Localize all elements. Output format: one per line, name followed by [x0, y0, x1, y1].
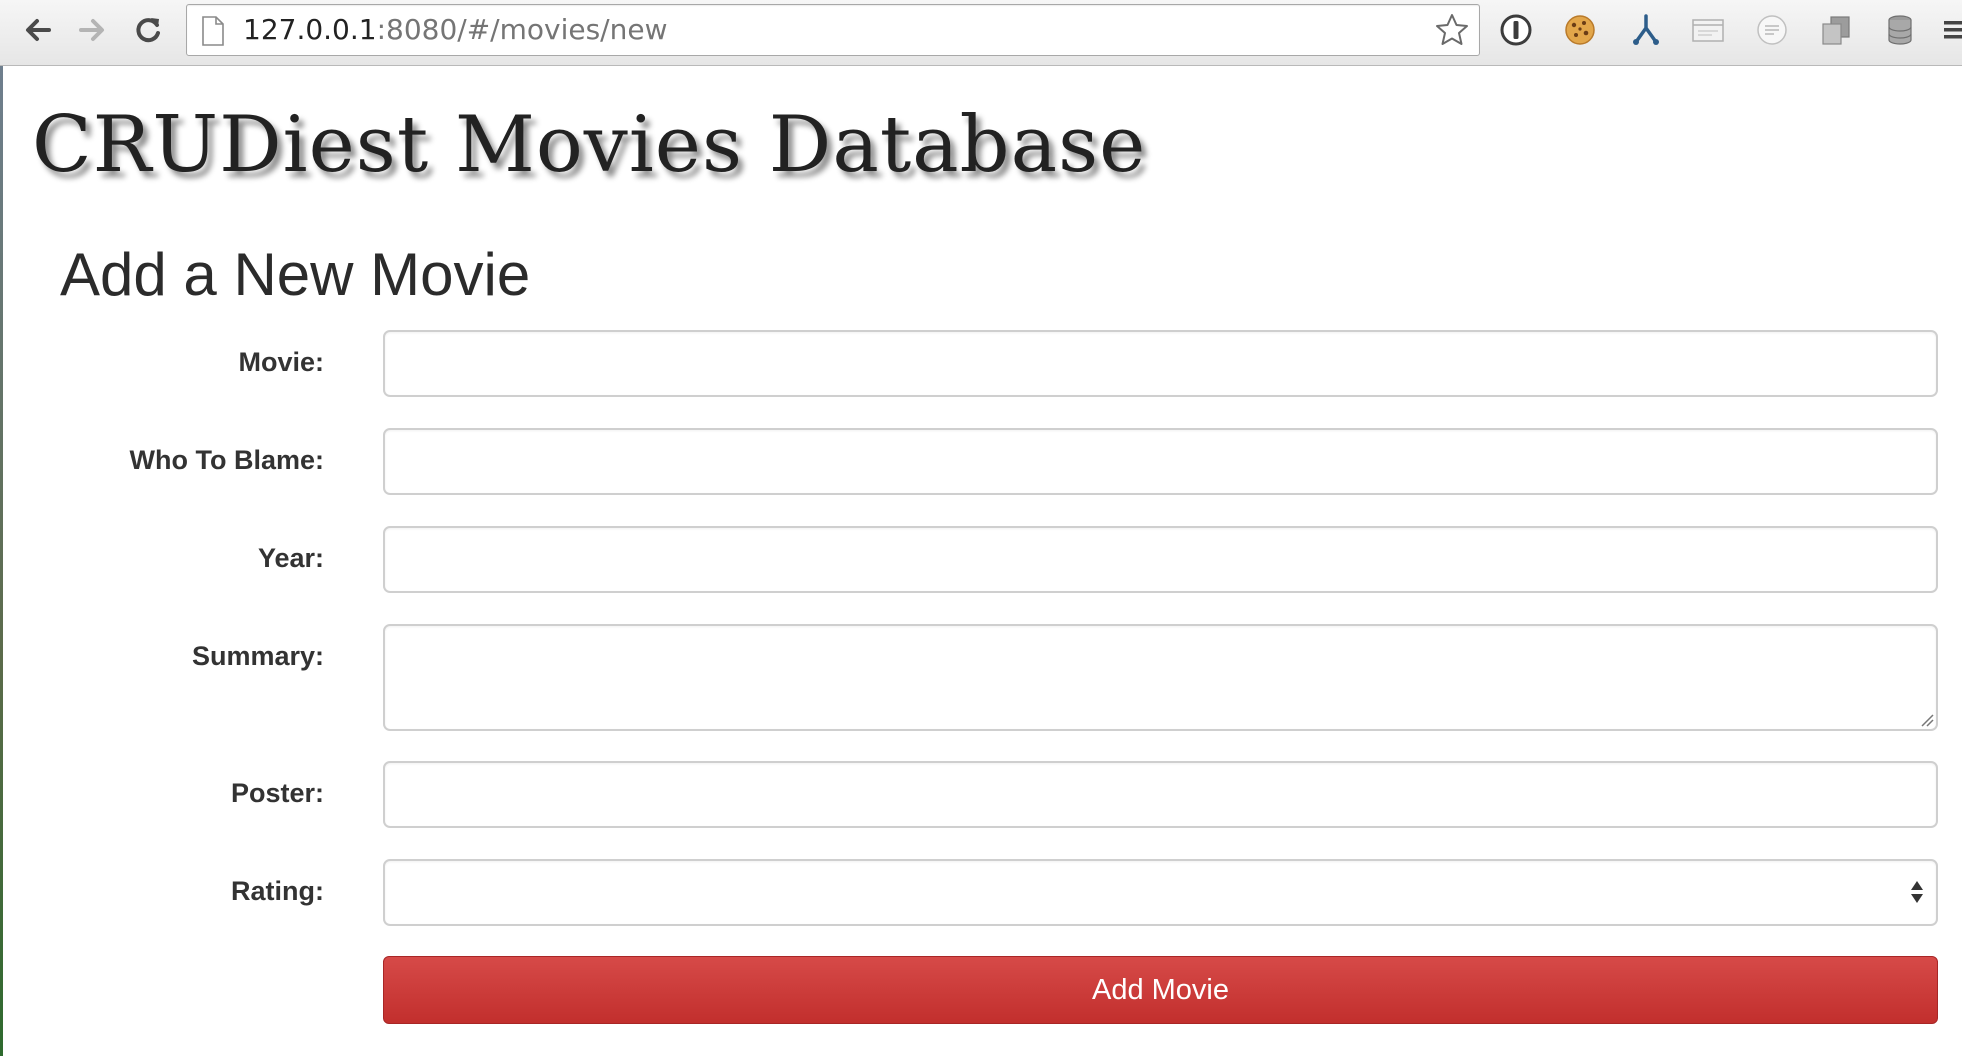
copy-icon [1822, 16, 1850, 45]
back-arrow-icon [26, 19, 51, 41]
reader-extension[interactable] [1750, 8, 1794, 52]
rating-select[interactable] [383, 859, 1938, 926]
movie-label: Movie: [238, 347, 324, 377]
bookmark-star-icon[interactable] [1433, 11, 1471, 49]
movie-input[interactable] [383, 330, 1938, 397]
browser-toolbar: 127.0.0.1:8080/#/movies/new [0, 0, 1962, 66]
database-icon [1888, 15, 1912, 45]
address-bar[interactable]: 127.0.0.1:8080/#/movies/new [186, 4, 1480, 56]
who-to-blame-input[interactable] [383, 428, 1938, 495]
window-extension[interactable] [1686, 8, 1730, 52]
page-icon [202, 16, 224, 46]
summary-wrapper [383, 624, 1938, 731]
password-manager-icon [1500, 14, 1532, 46]
summary-label: Summary: [191, 641, 324, 671]
site-title: CRUDiest Movies Database [32, 100, 1147, 190]
url-host: 127.0.0.1 [243, 13, 377, 46]
year-input[interactable] [383, 526, 1938, 593]
poster-label: Poster: [230, 778, 324, 808]
window-edge [0, 66, 3, 1056]
poster-input[interactable] [383, 761, 1938, 828]
rating-label: Rating: [231, 876, 324, 906]
url-text: 127.0.0.1:8080/#/movies/new [243, 5, 668, 55]
forward-arrow-icon [79, 19, 104, 41]
resize-grip-icon[interactable] [1920, 713, 1934, 727]
reload-button[interactable] [126, 8, 170, 52]
cookie-extension[interactable] [1558, 8, 1602, 52]
back-button[interactable] [16, 8, 60, 52]
who-to-blame-label: Who To Blame: [129, 445, 324, 475]
cookie-icon [1565, 15, 1595, 45]
menu-icon [1944, 21, 1962, 39]
browser-menu-button[interactable] [1938, 8, 1962, 52]
branch-extension[interactable] [1622, 8, 1666, 52]
password-manager-extension[interactable] [1494, 8, 1538, 52]
database-extension[interactable] [1878, 8, 1922, 52]
window-icon [1692, 19, 1724, 42]
add-movie-button[interactable]: Add Movie [383, 956, 1938, 1024]
form-title: Add a New Movie [60, 241, 531, 308]
fork-icon [1633, 14, 1659, 45]
summary-textarea[interactable] [383, 624, 1938, 731]
forward-button[interactable] [70, 8, 114, 52]
url-path: :8080/#/movies/new [376, 13, 668, 46]
reload-icon [136, 18, 160, 43]
year-label: Year: [257, 543, 324, 573]
reader-icon [1757, 15, 1787, 45]
copy-extension[interactable] [1814, 8, 1858, 52]
select-updown-icon [1911, 881, 1923, 903]
